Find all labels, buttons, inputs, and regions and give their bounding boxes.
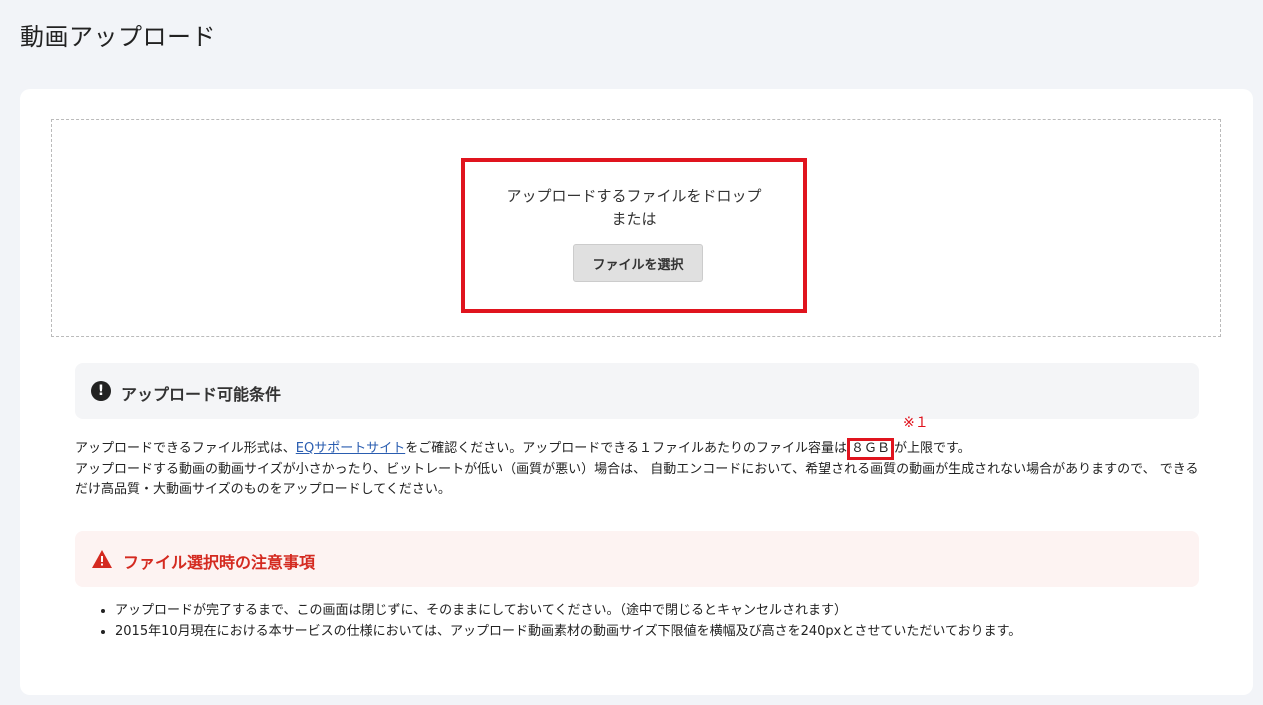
file-dropzone[interactable]: アップロードするファイルをドロップ または ファイルを選択 bbox=[51, 119, 1221, 337]
upload-conditions-title: アップロード可能条件 bbox=[121, 385, 282, 404]
drop-instruction: アップロードするファイルをドロップ bbox=[506, 187, 762, 205]
select-file-button[interactable]: ファイルを選択 bbox=[573, 244, 703, 282]
conditions-text-part: が上限です。 bbox=[893, 441, 971, 456]
warnings-panel: ファイル選択時の注意事項 bbox=[75, 531, 1199, 587]
conditions-text-part: をご確認ください。アップロードできる１ファイルあたりのファイル容量は bbox=[405, 441, 847, 456]
eq-support-site-link[interactable]: EQサポートサイト bbox=[296, 441, 405, 456]
upload-conditions-panel: ! アップロード可能条件 bbox=[75, 363, 1199, 419]
page-title: 動画アップロード bbox=[20, 23, 216, 51]
upload-card: アップロードするファイルをドロップ または ファイルを選択 ! アップロード可能… bbox=[20, 89, 1253, 695]
note-mark: ※１ bbox=[903, 415, 929, 431]
size-limit-value: ８ＧＢ bbox=[846, 438, 894, 460]
drop-or-label: または bbox=[611, 210, 657, 228]
dropzone-highlight: アップロードするファイルをドロップ または ファイルを選択 bbox=[461, 158, 807, 313]
warnings-title: ファイル選択時の注意事項 bbox=[123, 553, 316, 572]
conditions-paragraph-2: アップロードする動画の動画サイズが小さかったり、ビットレートが低い（画質が悪い）… bbox=[75, 462, 1199, 497]
conditions-text-part: アップロードできるファイル形式は、 bbox=[75, 441, 296, 456]
conditions-text: アップロードできるファイル形式は、EQサポートサイトをご確認ください。アップロー… bbox=[75, 438, 1205, 500]
warnings-list: アップロードが完了するまで、この画面は閉じずに、そのままにしておいてください。（… bbox=[95, 600, 1021, 642]
warning-triangle-icon bbox=[92, 550, 112, 568]
list-item: 2015年10月現在における本サービスの仕様においては、アップロード動画素材の動… bbox=[115, 621, 1021, 642]
conditions-paragraph-1: アップロードできるファイル形式は、EQサポートサイトをご確認ください。アップロー… bbox=[75, 438, 1205, 460]
list-item: アップロードが完了するまで、この画面は閉じずに、そのままにしておいてください。（… bbox=[115, 600, 1021, 621]
exclamation-circle-icon: ! bbox=[91, 381, 111, 401]
